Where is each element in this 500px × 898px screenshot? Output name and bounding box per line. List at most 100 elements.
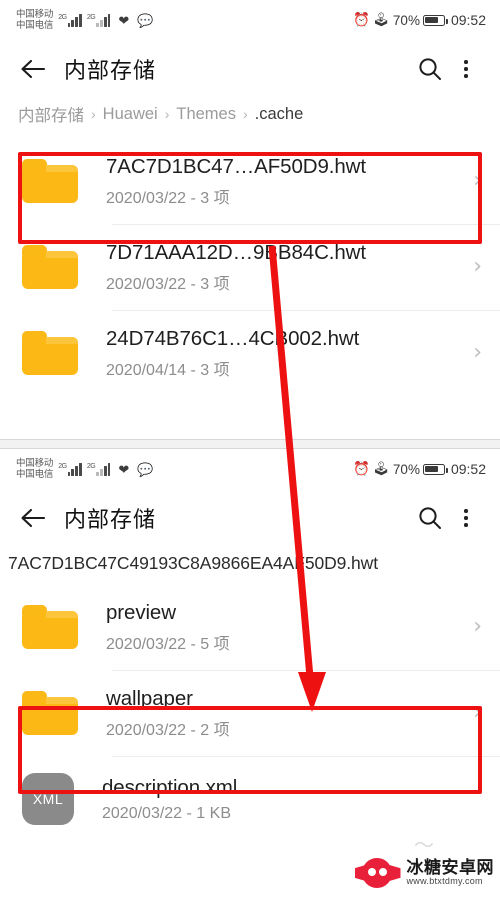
folder-icon [22,245,78,289]
signal-bars-icon-2 [96,13,111,27]
signal-group-1: 2G [58,13,82,27]
carrier-primary-label: 中国移动 [16,8,54,20]
network-type-label-2: 2G [86,14,96,21]
file-meta: 7D71AAA12D…9BB84C.hwt 2020/03/22 - 3 项 [106,241,465,294]
watermark-text: 冰糖安卓网 www.btxtdmy.com [407,859,495,886]
file-meta: 24D74B76C1…4CB002.hwt 2020/04/14 - 3 项 [106,327,465,380]
chevron-right-icon: › [473,614,482,639]
search-icon[interactable] [412,51,448,87]
signal-group-1: 2G [58,462,82,476]
page-title: 内部存储 [64,58,157,83]
carrier-names: 中国移动 中国电信 [16,9,53,32]
carrier-secondary-label: 中国电信 [16,469,54,480]
network-type-label-1: 2G [58,14,67,21]
file-subtitle: 2020/03/22 - 2 项 [106,721,230,739]
file-subtitle: 2020/03/22 - 3 项 [106,189,230,207]
table-row[interactable]: 24D74B76C1…4CB002.hwt 2020/04/14 - 3 项 › [0,310,500,396]
file-subtitle: 2020/03/22 - 3 项 [106,275,230,293]
network-type-label-1: 2G [58,463,67,470]
screenshot-page: 中国移动 中国电信 2G 2G ❤ 💬 ⏰ 🕹 70% 09:52 内部存储 内… [0,0,500,898]
signal-bars-icon-2 [96,462,111,476]
folder-icon [22,331,78,375]
chevron-right-icon: › [164,106,170,122]
file-name: preview [106,600,176,624]
status-bar-right: ⏰ 🕹 70% 09:52 [353,461,486,477]
clock-label: 09:52 [450,461,486,477]
site-watermark: 冰糖安卓网 www.btxtdmy.com [354,856,495,890]
battery-percent-label: 70% [392,12,420,28]
breadcrumb-level-2[interactable]: Themes [176,105,236,124]
folder-icon [22,605,78,649]
breadcrumb: 内部存储 › Huawei › Themes › .cache [0,98,500,138]
carrier-secondary-label: 中国电信 [16,20,54,31]
file-list-top: 7AC7D1BC47…AF50D9.hwt 2020/03/22 - 3 项 ›… [0,138,500,396]
chevron-right-icon: › [473,168,482,193]
signal-bars-icon-1 [67,462,82,476]
status-bar: 中国移动 中国电信 2G 2G ❤ 💬 ⏰ 🕹 70% 09:52 [0,0,500,40]
signal-bars-icon-1 [67,13,82,27]
chevron-right-icon: › [473,340,482,365]
wechat-icon: 💬 [137,461,154,477]
watermark-site-url: www.btxtdmy.com [406,876,483,887]
folder-icon [22,691,78,735]
watermark-site-name: 冰糖安卓网 [406,858,494,878]
carrier-primary-label: 中国移动 [16,457,54,469]
signal-group-2: 2G [87,13,111,27]
table-row[interactable]: preview 2020/03/22 - 5 项 › [0,584,500,670]
file-meta: wallpaper 2020/03/22 - 2 项 [106,687,465,740]
app-bar: 内部存储 [0,489,500,547]
chevron-right-icon: › [91,106,96,122]
status-bar-left: 中国移动 中国电信 2G 2G ❤ 💬 [16,458,154,481]
wechat-icon: 💬 [137,12,154,28]
file-name: 24D74B76C1…4CB002.hwt [106,326,360,350]
xml-file-icon: XML [22,773,74,825]
file-meta: preview 2020/03/22 - 5 项 [106,601,465,654]
more-vertical-icon[interactable] [448,500,484,536]
app-bar: 内部存储 [0,40,500,98]
status-bar: 中国移动 中国电信 2G 2G ❤ 💬 ⏰ 🕹 70% 09:52 [0,449,500,489]
chevron-right-icon: › [473,700,482,725]
status-bar-right: ⏰ 🕹 70% 09:52 [353,12,486,28]
file-subtitle: 2020/03/22 - 1 KB [102,804,231,822]
chevron-right-icon: › [473,254,482,279]
health-app-icon: ❤ [118,12,130,28]
battery-percent-label: 70% [392,461,420,477]
signal-group-2: 2G [87,462,111,476]
network-type-label-2: 2G [86,463,96,470]
table-row[interactable]: 7AC7D1BC47…AF50D9.hwt 2020/03/22 - 3 项 › [0,138,500,224]
breadcrumb-level-1[interactable]: Huawei [103,105,158,124]
file-name: wallpaper [106,686,193,710]
candy-logo-icon [354,856,401,890]
back-arrow-icon[interactable] [16,501,50,535]
alarm-clock-icon: ⏰ [352,12,370,27]
clock-label: 09:52 [450,12,486,28]
more-vertical-icon[interactable] [448,51,484,87]
battery-icon [422,14,448,26]
file-subtitle: 2020/04/14 - 3 项 [106,361,230,379]
folder-icon [22,159,78,203]
file-list-bottom: preview 2020/03/22 - 5 项 › wallpaper 202… [0,584,500,842]
breadcrumb-root[interactable]: 内部存储 [18,102,84,126]
file-meta: 7AC7D1BC47…AF50D9.hwt 2020/03/22 - 3 项 [106,155,465,208]
watermark-swoosh-icon: 〜 [414,835,434,857]
table-row[interactable]: 7D71AAA12D…9BB84C.hwt 2020/03/22 - 3 项 › [0,224,500,310]
bluetooth-icon: 🕹 [372,461,390,476]
file-subtitle: 2020/03/22 - 5 项 [106,635,230,653]
alarm-clock-icon: ⏰ [352,461,370,476]
chevron-right-icon: › [242,106,248,122]
back-arrow-icon[interactable] [16,52,50,86]
status-bar-left: 中国移动 中国电信 2G 2G ❤ 💬 [16,9,154,32]
carrier-names: 中国移动 中国电信 [16,458,53,481]
breadcrumb-current: .cache [254,104,304,123]
file-name: 7AC7D1BC47…AF50D9.hwt [106,154,366,178]
battery-icon [422,463,448,475]
breadcrumb-path[interactable]: 7AC7D1BC47C49193C8A9866EA4AF50D9.hwt [0,547,500,584]
bluetooth-icon: 🕹 [372,12,390,27]
screenshot-top: 中国移动 中国电信 2G 2G ❤ 💬 ⏰ 🕹 70% 09:52 内部存储 内… [0,0,500,440]
health-app-icon: ❤ [118,461,130,477]
file-meta: description.xml 2020/03/22 - 1 KB [102,776,482,823]
file-name: description.xml [102,775,238,799]
page-title: 内部存储 [64,507,157,532]
table-row[interactable]: wallpaper 2020/03/22 - 2 项 › [0,670,500,756]
search-icon[interactable] [412,500,448,536]
